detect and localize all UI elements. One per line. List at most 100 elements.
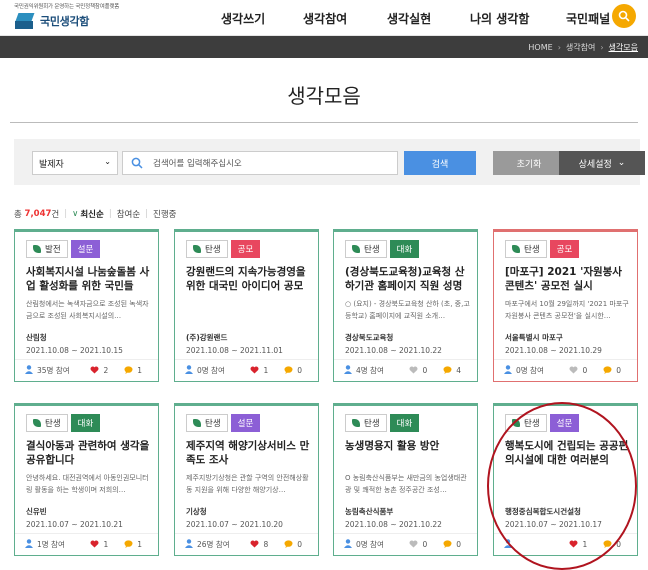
comment-icon — [443, 365, 456, 376]
comment-icon — [284, 539, 297, 550]
leaf-icon — [352, 419, 360, 427]
idea-card[interactable]: 탄생 공모 강원랜드의 지속가능경영을 위한 대국민 아이디어 공모전 (주)강… — [174, 229, 319, 382]
like-count[interactable]: 2 — [90, 366, 108, 376]
idea-card[interactable]: 탄생 대화 결식아동과 관련하여 생각을 공유합니다 안녕하세요. 대전권역에서… — [14, 403, 159, 556]
participant-count: 4명 참여 — [344, 365, 393, 376]
nav-panel[interactable]: 국민패널 — [566, 10, 610, 27]
site-header: 국민권익위원회가 운영하는 국민정책참여플랫폼 국민생각함 생각쓰기 생각참여 … — [0, 0, 648, 36]
chevron-down-icon: ⌄ — [104, 157, 111, 166]
card-organization: 기상청 — [186, 507, 207, 516]
idea-card[interactable]: 탄생 공모 [마포구] 2021 '자원봉사 콘텐츠' 공모전 실시 마포구에서… — [493, 229, 638, 382]
card-stats: 0명 참여 0 0 — [494, 359, 637, 381]
idea-card[interactable]: 탄생 대화 (경상북도교육청)교육청 산하기관 홈페이지 직원 성명 공개 ○ … — [333, 229, 478, 382]
participant-count: 35명 참여 — [25, 365, 74, 376]
comment-icon — [443, 539, 456, 550]
heart-icon — [250, 540, 263, 550]
like-count[interactable]: 0 — [409, 366, 427, 376]
leaf-icon — [33, 245, 41, 253]
sort-latest[interactable]: 최신순 — [80, 208, 103, 220]
leaf-icon — [512, 245, 520, 253]
nav-participate[interactable]: 생각참여 — [303, 10, 347, 27]
card-description: O 농림축산식품부는 새만금의 농업생태관광 및 쾌적한 농촌 정주공간 조성… — [345, 474, 467, 494]
logo-text: 국민생각함 — [40, 15, 90, 28]
card-period: 2021.10.07 ~ 2021.10.17 — [505, 520, 602, 529]
comment-count: 1 — [124, 539, 142, 550]
idea-card[interactable]: 발전 설문 사회복지시설 나눔숲돌봄 사업 활성화를 위한 국민들의… 산림청에… — [14, 229, 159, 382]
chevron-right-icon: › — [600, 42, 604, 52]
detail-settings-button[interactable]: 상세설정 ⌄ — [559, 151, 645, 175]
heart-icon — [250, 366, 263, 376]
nav-realize[interactable]: 생각실현 — [387, 10, 431, 27]
like-count[interactable]: 1 — [250, 366, 268, 376]
search-icon[interactable] — [612, 4, 636, 28]
like-count[interactable]: 1 — [569, 540, 587, 550]
nav-write[interactable]: 생각쓰기 — [221, 10, 265, 27]
card-badges: 탄생 공모 — [505, 240, 580, 258]
idea-card[interactable]: 탄생 설문 행복도시에 건립되는 공공편의시설에 대한 여러분의 의… 행정중심… — [493, 403, 638, 556]
sort-bar: 총 7,047 건 | ∨ 최신순 | 참여순 | 진행중 — [14, 208, 177, 220]
search-icon — [131, 157, 143, 172]
type-badge: 대화 — [389, 240, 420, 258]
card-stats: 26명 참여 8 0 — [175, 533, 318, 555]
comment-icon — [603, 539, 616, 550]
select-value: 발제자 — [39, 160, 64, 170]
idea-card[interactable]: 탄생 설문 제주지역 해양기상서비스 만족도 조사 제주지방기상청은 관할 구역… — [174, 403, 319, 556]
total-count: 7,047 — [24, 209, 52, 219]
stage-badge: 탄생 — [505, 414, 547, 432]
search-input[interactable]: 검색어를 입력해주십시오 — [122, 151, 398, 175]
nav-my[interactable]: 나의 생각함 — [470, 10, 529, 27]
search-field-select[interactable]: 발제자 ⌄ — [32, 151, 118, 175]
type-badge: 공모 — [230, 240, 261, 258]
card-period: 2021.10.07 ~ 2021.10.20 — [186, 520, 283, 529]
card-title[interactable]: 농생명용지 활용 방안 — [345, 439, 470, 453]
type-badge: 대화 — [389, 414, 420, 432]
user-icon — [504, 539, 516, 550]
breadcrumb-home[interactable]: HOME — [528, 43, 552, 52]
comment-count: 0 — [603, 365, 621, 376]
breadcrumb-section[interactable]: 생각참여 — [566, 42, 595, 53]
user-icon — [185, 539, 197, 550]
stage-badge: 탄생 — [186, 240, 228, 258]
filter-ongoing[interactable]: 진행중 — [153, 208, 176, 220]
like-count[interactable]: 1 — [90, 540, 108, 550]
leaf-icon — [193, 419, 201, 427]
search-button[interactable]: 검색 — [404, 151, 476, 175]
reset-button[interactable]: 초기화 — [493, 151, 565, 175]
like-count[interactable]: 8 — [250, 540, 268, 550]
card-badges: 탄생 대화 — [345, 414, 420, 432]
stage-badge: 발전 — [26, 240, 68, 258]
card-title[interactable]: (경상북도교육청)교육청 산하기관 홈페이지 직원 성명 공개 — [345, 265, 470, 293]
card-organization: 신유빈 — [26, 507, 47, 516]
stage-badge: 탄생 — [186, 414, 228, 432]
card-title[interactable]: 제주지역 해양기상서비스 만족도 조사 — [186, 439, 311, 467]
participant-count: 0명 참여 — [185, 365, 234, 376]
card-badges: 탄생 대화 — [345, 240, 420, 258]
card-stats: 35명 참여 2 1 — [15, 359, 158, 381]
participant-count: 0명 참여 — [344, 539, 393, 550]
sort-participation[interactable]: 참여순 — [117, 208, 140, 220]
breadcrumb-current[interactable]: 생각모음 — [609, 42, 638, 53]
participant-count: 1명 참여 — [25, 539, 74, 550]
card-title[interactable]: [마포구] 2021 '자원봉사 콘텐츠' 공모전 실시 — [505, 265, 630, 293]
like-count[interactable]: 0 — [569, 366, 587, 376]
site-logo[interactable]: 국민권익위원회가 운영하는 국민정책참여플랫폼 국민생각함 — [14, 2, 164, 29]
idea-card[interactable]: 탄생 대화 농생명용지 활용 방안 O 농림축산식품부는 새만금의 농업생태관광… — [333, 403, 478, 556]
like-count[interactable]: 0 — [409, 540, 427, 550]
type-badge: 설문 — [549, 414, 580, 432]
card-title[interactable]: 강원랜드의 지속가능경영을 위한 대국민 아이디어 공모전 — [186, 265, 311, 293]
card-title[interactable]: 행복도시에 건립되는 공공편의시설에 대한 여러분의 의… — [505, 439, 630, 467]
card-badges: 탄생 설문 — [505, 414, 580, 432]
card-period: 2021.10.08 ~ 2021.10.22 — [345, 346, 442, 355]
card-title[interactable]: 결식아동과 관련하여 생각을 공유합니다 — [26, 439, 151, 467]
card-badges: 탄생 설문 — [186, 414, 261, 432]
heart-icon — [90, 366, 103, 376]
card-title[interactable]: 사회복지시설 나눔숲돌봄 사업 활성화를 위한 국민들의… — [26, 265, 151, 293]
type-badge: 설문 — [70, 240, 101, 258]
divider — [10, 122, 638, 123]
card-organization: 서울특별시 마포구 — [505, 333, 563, 342]
logo-cube-icon — [14, 13, 36, 29]
participant-count: 26명 참여 — [185, 539, 234, 550]
card-stats: 4명 참여 0 4 — [334, 359, 477, 381]
comment-icon — [124, 539, 137, 550]
comment-icon — [124, 365, 137, 376]
